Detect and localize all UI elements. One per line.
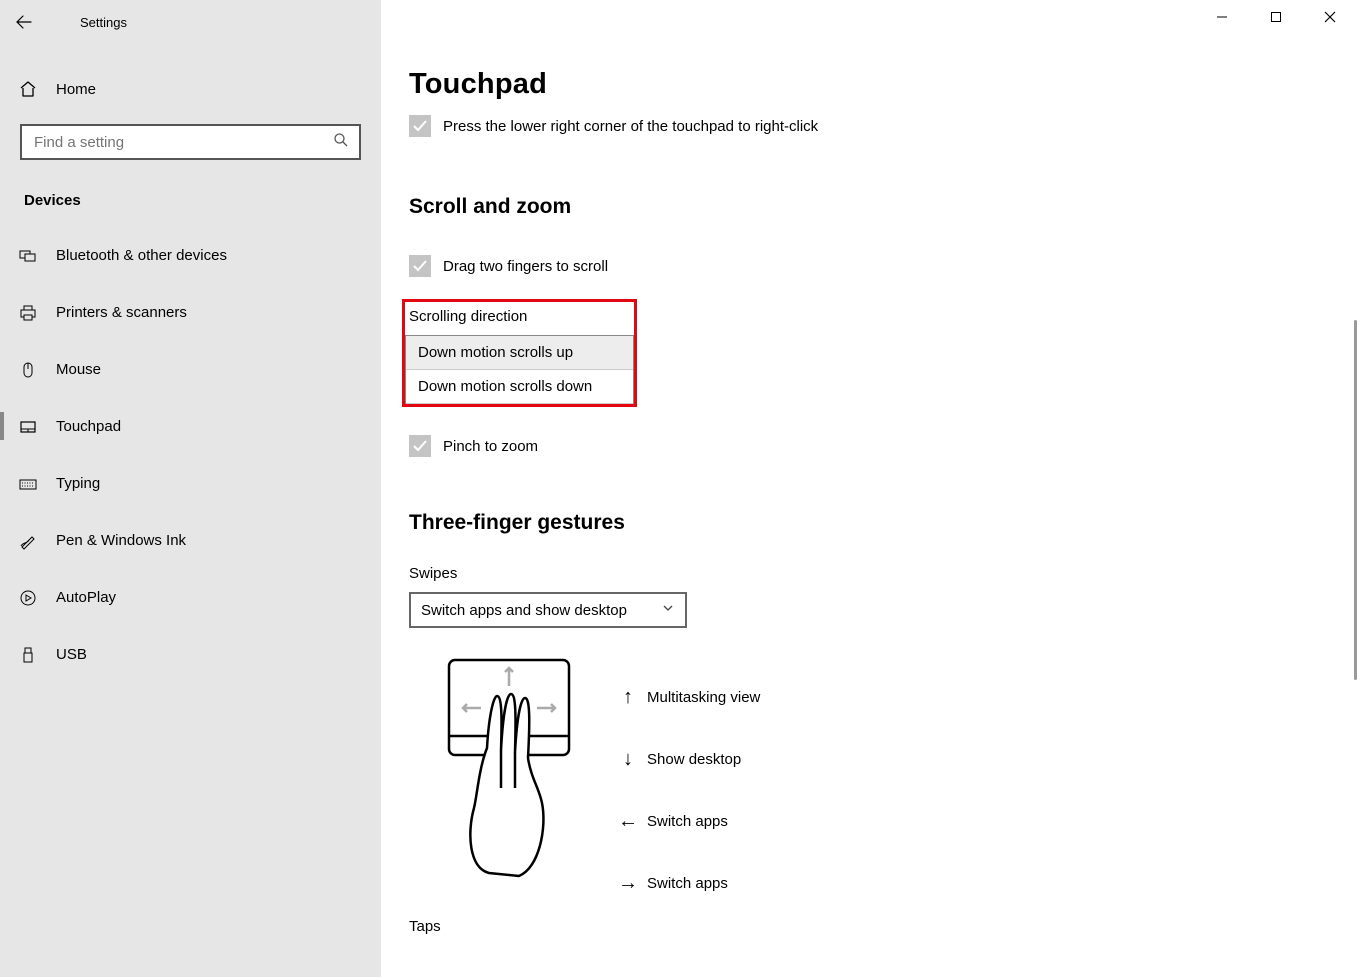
gesture-down-label: Show desktop xyxy=(647,751,741,768)
pinch-zoom-checkbox-row[interactable]: Pinch to zoom xyxy=(409,435,1357,457)
close-button[interactable] xyxy=(1303,0,1357,34)
back-arrow-icon xyxy=(16,14,32,30)
swipes-select[interactable]: Switch apps and show desktop xyxy=(409,592,687,628)
home-icon xyxy=(0,80,56,98)
swipes-label: Swipes xyxy=(409,565,1357,582)
window-controls xyxy=(1195,0,1357,34)
pen-icon xyxy=(0,532,56,550)
main-content: Touchpad Press the lower right corner of… xyxy=(381,0,1357,977)
nav-typing[interactable]: Typing xyxy=(0,455,381,512)
right-click-label: Press the lower right corner of the touc… xyxy=(443,118,818,135)
bluetooth-icon xyxy=(0,247,56,265)
checkbox-checked-icon[interactable] xyxy=(409,255,431,277)
nav-home[interactable]: Home xyxy=(0,64,381,114)
nav-typing-label: Typing xyxy=(56,475,100,492)
back-button[interactable] xyxy=(0,0,48,44)
gesture-up-row: ↑ Multitasking view xyxy=(609,666,760,728)
arrow-down-icon: ↓ xyxy=(609,748,647,771)
usb-icon xyxy=(0,646,56,664)
gesture-left-label: Switch apps xyxy=(647,813,728,830)
gesture-right-row: → Switch apps xyxy=(609,852,760,914)
nav-pen-label: Pen & Windows Ink xyxy=(56,532,186,549)
nav-usb-label: USB xyxy=(56,646,87,663)
gesture-left-row: ← Switch apps xyxy=(609,790,760,852)
maximize-button[interactable] xyxy=(1249,0,1303,34)
nav-printers[interactable]: Printers & scanners xyxy=(0,284,381,341)
search-box[interactable] xyxy=(20,124,361,160)
chevron-down-icon xyxy=(661,601,675,619)
close-icon xyxy=(1324,11,1336,23)
nav-pen[interactable]: Pen & Windows Ink xyxy=(0,512,381,569)
category-label: Devices xyxy=(24,192,381,209)
gesture-up-label: Multitasking view xyxy=(647,689,760,706)
arrow-right-icon: → xyxy=(609,872,647,895)
gesture-region: ↑ Multitasking view ↓ Show desktop ← Swi… xyxy=(409,658,1357,914)
touchpad-icon xyxy=(0,418,56,436)
nav-printers-label: Printers & scanners xyxy=(56,304,187,321)
nav-home-label: Home xyxy=(56,81,96,98)
arrow-left-icon: ← xyxy=(609,810,647,833)
dropdown-option-scrolls-down[interactable]: Down motion scrolls down xyxy=(406,370,633,404)
sidebar: Settings Home Devices Bluetooth & other … xyxy=(0,0,381,977)
search-wrap xyxy=(20,124,361,160)
header-bar: Settings xyxy=(0,0,381,44)
scrolling-direction-label: Scrolling direction xyxy=(405,302,634,335)
taps-label: Taps xyxy=(409,918,1357,935)
checkbox-checked-icon[interactable] xyxy=(409,115,431,137)
minimize-button[interactable] xyxy=(1195,0,1249,34)
scroll-zoom-heading: Scroll and zoom xyxy=(409,195,1357,219)
nav-touchpad-label: Touchpad xyxy=(56,418,121,435)
nav-touchpad[interactable]: Touchpad xyxy=(0,398,381,455)
pinch-zoom-label: Pinch to zoom xyxy=(443,438,538,455)
search-input[interactable] xyxy=(22,133,359,152)
scrolling-direction-dropdown-highlight: Scrolling direction Down motion scrolls … xyxy=(402,299,637,407)
gesture-down-row: ↓ Show desktop xyxy=(609,728,760,790)
keyboard-icon xyxy=(0,475,56,493)
nav-bluetooth[interactable]: Bluetooth & other devices xyxy=(0,227,381,284)
three-finger-heading: Three-finger gestures xyxy=(409,511,1357,535)
nav-autoplay[interactable]: AutoPlay xyxy=(0,569,381,626)
drag-scroll-label: Drag two fingers to scroll xyxy=(443,258,608,275)
nav-mouse-label: Mouse xyxy=(56,361,101,378)
minimize-icon xyxy=(1216,11,1228,23)
nav-autoplay-label: AutoPlay xyxy=(56,589,116,606)
gesture-right-label: Switch apps xyxy=(647,875,728,892)
drag-scroll-checkbox-row[interactable]: Drag two fingers to scroll xyxy=(409,255,1357,277)
nav-bluetooth-label: Bluetooth & other devices xyxy=(56,247,227,264)
autoplay-icon xyxy=(0,589,56,607)
mouse-icon xyxy=(0,361,56,379)
nav-mouse[interactable]: Mouse xyxy=(0,341,381,398)
nav-usb[interactable]: USB xyxy=(0,626,381,683)
search-icon xyxy=(333,132,349,152)
right-click-checkbox-row[interactable]: Press the lower right corner of the touc… xyxy=(409,115,1357,137)
arrow-up-icon: ↑ xyxy=(609,686,647,709)
maximize-icon xyxy=(1270,11,1282,23)
gesture-list: ↑ Multitasking view ↓ Show desktop ← Swi… xyxy=(609,658,760,914)
swipes-selected-value: Switch apps and show desktop xyxy=(421,602,627,619)
page-title: Touchpad xyxy=(409,68,1357,101)
checkbox-checked-icon[interactable] xyxy=(409,435,431,457)
dropdown-option-scrolls-up[interactable]: Down motion scrolls up xyxy=(406,336,633,370)
printer-icon xyxy=(0,304,56,322)
app-title: Settings xyxy=(48,15,127,30)
gesture-illustration xyxy=(409,658,609,914)
scrolling-direction-dropdown[interactable]: Down motion scrolls up Down motion scrol… xyxy=(405,335,634,404)
